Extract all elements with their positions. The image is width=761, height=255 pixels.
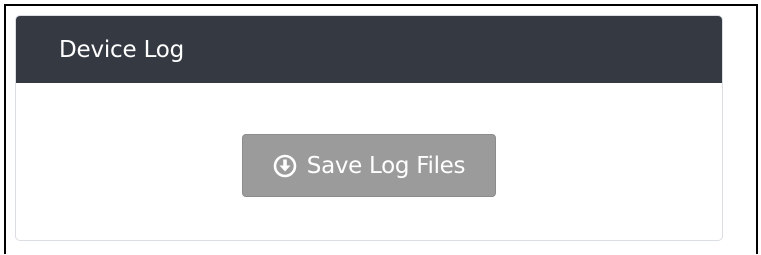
panel-title: Device Log	[59, 36, 185, 63]
save-button-label: Save Log Files	[306, 152, 466, 179]
panel-body: Save Log Files	[16, 83, 722, 240]
download-circle-icon	[273, 154, 297, 178]
save-log-files-button[interactable]: Save Log Files	[242, 134, 496, 197]
device-log-panel: Device Log Save Log Files	[15, 15, 723, 241]
panel-header: Device Log	[16, 16, 722, 83]
